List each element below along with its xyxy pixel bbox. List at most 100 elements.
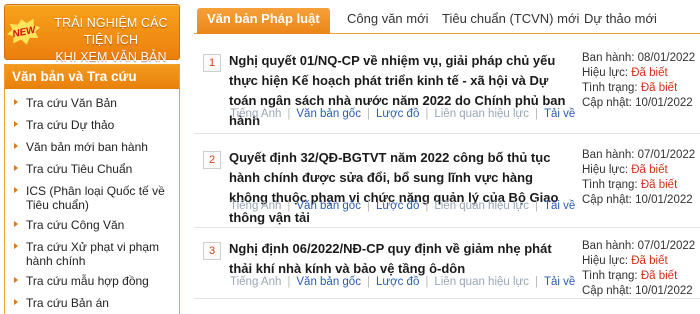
document-title-link[interactable]: Nghị định 06/2022/NĐ-CP quy định về giảm… [229,239,569,279]
updated-label: Cập nhật: [582,194,632,206]
promo-line-1: TRẢI NGHIỆM CÁC TIỆN ÍCH [54,16,168,47]
link-separator: | [366,108,370,120]
sidebar-item-label: Tra cứu Công Văn [26,218,125,232]
document-title-link[interactable]: Quyết định 32/QĐ-BGTVT năm 2022 công bố … [229,148,569,228]
sidebar-item-ban-an[interactable]: Tra cứu Bản án [5,296,179,314]
sidebar-item-label: Tra cứu Xử phạt vi phạm hành chính [26,240,160,268]
tab-van-ban-phap-luat-moi[interactable]: Văn bản Pháp luật mới [197,8,330,48]
issued-label: Ban hành: [582,52,635,64]
document-links: Tiếng Anh | Văn bản gốc | Lược đồ | Liên quan … [230,276,575,288]
status-row: Tình trạng: Đã biết [582,269,700,284]
english-link[interactable]: Tiếng Anh [230,200,281,212]
document-links: Tiếng Anh | Văn bản gốc | Lược đồ | Liên quan … [230,108,575,120]
arrow-right-icon [14,277,18,283]
document-links: Tiếng Anh | Văn bản gốc | Lược đồ | Liên quan … [230,200,575,212]
tab-tieu-chuan-moi[interactable]: Tiêu chuẩn (TCVN) mới [442,8,579,34]
issued-date: 07/01/2022 [637,240,696,252]
effect-label: Hiệu lực: [582,164,629,176]
related-link[interactable]: Liên quan hiệu lực [434,276,529,288]
tab-cong-van-moi[interactable]: Công văn mới [347,8,429,34]
sidebar-item-cong-van[interactable]: Tra cứu Công Văn [5,218,179,237]
arrow-right-icon [14,143,18,149]
updated-row: Cập nhật: 10/01/2022 [582,193,700,208]
link-separator: | [366,200,370,212]
sidebar-item-ics[interactable]: ICS (Phân loại Quốc tế về Tiêu chuẩn) [5,184,179,214]
sidebar-item-mau-hop-dong[interactable]: Tra cứu mẫu hợp đồng [5,274,179,293]
download-link[interactable]: Tải về [544,108,575,120]
original-link[interactable]: Văn bản gốc [296,200,361,212]
effect-value[interactable]: Đã biết [631,67,667,79]
document-row: 1 Nghị quyết 01/NQ-CP về nhiệm vụ, giải … [194,46,700,134]
updated-label: Cập nhật: [582,97,632,109]
arrow-right-icon [14,121,18,127]
updated-label: Cập nhật: [582,285,632,297]
updated-row: Cập nhật: 10/01/2022 [582,96,700,111]
document-meta: Ban hành: 07/01/2022 Hiệu lực: Đã biết T… [582,148,700,208]
effect-row: Hiệu lực: Đã biết [582,66,700,81]
document-number: 2 [203,151,221,169]
tab-du-thao-moi[interactable]: Dự thảo mới [584,8,657,34]
sidebar-item-tra-cuu-du-thao[interactable]: Tra cứu Dự thảo [5,118,179,137]
diagram-link[interactable]: Lược đồ [376,200,419,212]
arrow-right-icon [14,99,18,105]
sidebar-item-label: Tra cứu Tiêu Chuẩn [26,162,133,176]
link-separator: | [287,200,291,212]
effect-label: Hiệu lực: [582,255,629,267]
link-separator: | [425,200,429,212]
link-separator: | [535,200,538,212]
sidebar-item-xu-phat[interactable]: Tra cứu Xử phạt vi phạm hành chính [5,240,179,270]
link-separator: | [425,276,429,288]
sidebar-item-label: Tra cứu Dự thảo [26,118,115,132]
sidebar-menu: Tra cứu Văn Bản Tra cứu Dự thảo Văn bản … [5,89,179,314]
document-row: 2 Quyết định 32/QĐ-BGTVT năm 2022 công b… [194,143,700,228]
effect-row: Hiệu lực: Đã biết [582,254,700,269]
sidebar-item-van-ban-moi[interactable]: Văn bản mới ban hành [5,140,179,159]
document-meta: Ban hành: 08/01/2022 Hiệu lực: Đã biết T… [582,51,700,111]
utilities-promo-banner[interactable]: NEW TRẢI NGHIỆM CÁC TIỆN ÍCH KHI XEM VĂN… [4,4,180,64]
status-value[interactable]: Đã biết [641,179,677,191]
status-row: Tình trạng: Đã biết [582,81,700,96]
document-row: 3 Nghị định 06/2022/NĐ-CP quy định về gi… [194,234,700,299]
english-link[interactable]: Tiếng Anh [230,276,281,288]
effect-label: Hiệu lực: [582,67,629,79]
effect-value[interactable]: Đã biết [631,164,667,176]
status-value[interactable]: Đã biết [641,270,677,282]
tab-bar: Văn bản Pháp luật mới Công văn mới Tiêu … [194,0,700,48]
english-link[interactable]: Tiếng Anh [230,108,281,120]
sidebar-item-label: ICS (Phân loại Quốc tế về Tiêu chuẩn) [26,184,165,212]
sidebar-item-label: Tra cứu mẫu hợp đồng [26,274,149,288]
effect-value[interactable]: Đã biết [631,255,667,267]
document-meta: Ban hành: 07/01/2022 Hiệu lực: Đã biết T… [582,239,700,299]
status-label: Tình trạng: [582,179,638,191]
download-link[interactable]: Tải về [544,200,575,212]
link-separator: | [535,276,538,288]
issued-row: Ban hành: 07/01/2022 [582,239,700,254]
original-link[interactable]: Văn bản gốc [296,108,361,120]
arrow-right-icon [14,165,18,171]
updated-date: 10/01/2022 [635,194,693,206]
arrow-right-icon [14,243,18,249]
status-label: Tình trạng: [582,82,638,94]
diagram-link[interactable]: Lược đồ [376,276,419,288]
original-link[interactable]: Văn bản gốc [296,276,361,288]
issued-label: Ban hành: [582,240,635,252]
lookup-sidebar: Văn bản và Tra cứu Tra cứu Văn Bản Tra c… [4,64,180,314]
effect-row: Hiệu lực: Đã biết [582,163,700,178]
document-number: 3 [203,242,221,260]
issued-row: Ban hành: 07/01/2022 [582,148,700,163]
sidebar-item-tra-cuu-van-ban[interactable]: Tra cứu Văn Bản [5,96,179,115]
promo-text: TRẢI NGHIỆM CÁC TIỆN ÍCH KHI XEM VĂN BẢN [41,15,181,66]
sidebar-title: Văn bản và Tra cứu [5,65,179,89]
related-link[interactable]: Liên quan hiệu lực [434,108,529,120]
updated-date: 10/01/2022 [635,285,693,297]
new-documents-panel: Văn bản Pháp luật mới Công văn mới Tiêu … [194,0,700,314]
arrow-right-icon [14,299,18,305]
new-badge-icon: NEW [5,16,44,49]
sidebar-item-tieu-chuan[interactable]: Tra cứu Tiêu Chuẩn [5,162,179,181]
related-link[interactable]: Liên quan hiệu lực [434,200,529,212]
link-separator: | [535,108,538,120]
diagram-link[interactable]: Lược đồ [376,108,419,120]
status-value[interactable]: Đã biết [641,82,677,94]
download-link[interactable]: Tải về [544,276,575,288]
issued-date: 07/01/2022 [637,149,696,161]
